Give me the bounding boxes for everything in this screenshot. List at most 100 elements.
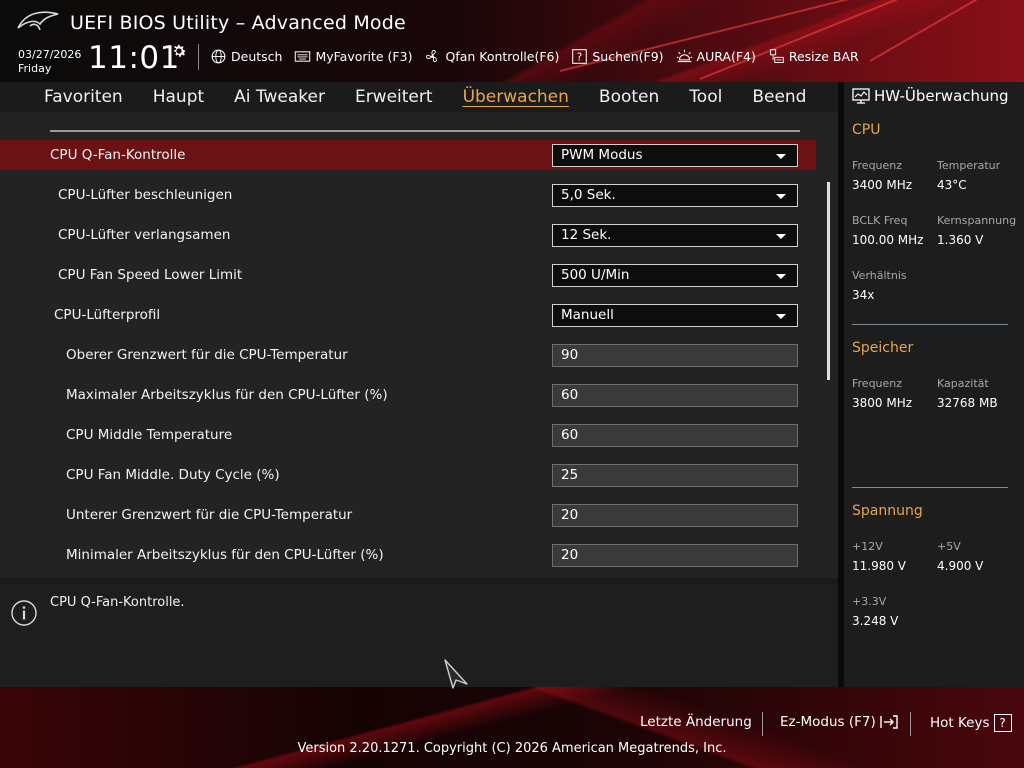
setting-row-middle-temperature[interactable]: CPU Middle Temperature 60 xyxy=(0,420,816,450)
tab-favoriten[interactable]: Favoriten xyxy=(44,87,123,107)
hw-label: +5V xyxy=(937,540,961,553)
divider xyxy=(852,487,1008,488)
help-box-icon: ? xyxy=(572,48,588,64)
tab-booten[interactable]: Booten xyxy=(599,87,659,107)
setting-label: CPU-Lüfterprofil xyxy=(54,307,161,323)
hw-label: Kernspannung xyxy=(937,214,1017,227)
divider xyxy=(910,712,911,736)
divider xyxy=(50,130,800,132)
min-duty-cycle-field[interactable]: 20 xyxy=(552,543,798,567)
setting-row-fan-step-up[interactable]: CPU-Lüfter beschleunigen 5,0 Sek. xyxy=(0,180,816,210)
hw-monitor-panel: HW-Überwachung CPU Frequenz Temperatur 3… xyxy=(844,82,1024,687)
setting-row-middle-duty-cycle[interactable]: CPU Fan Middle. Duty Cycle (%) 25 xyxy=(0,460,816,490)
hw-label: Verhältnis xyxy=(852,269,907,282)
field-value: 25 xyxy=(561,467,579,483)
search-button[interactable]: ? Suchen(F9) xyxy=(571,48,664,65)
setting-row-max-duty-cycle[interactable]: Maximaler Arbeitszyklus für den CPU-Lüft… xyxy=(0,380,816,410)
hw-label: +3.3V xyxy=(852,595,887,608)
v33-value: 3.248 V xyxy=(852,614,899,628)
hw-label: Frequenz xyxy=(852,159,903,172)
setting-label: CPU Fan Speed Lower Limit xyxy=(58,267,243,283)
footer-bar: Letzte Änderung Ez-Modus (F7) Hot Keys ?… xyxy=(0,687,1024,768)
v12-value: 11.980 V xyxy=(852,559,907,573)
dropdown-value: 12 Sek. xyxy=(561,227,612,243)
field-value: 60 xyxy=(561,427,579,443)
fan-speed-lower-limit-dropdown[interactable]: 500 U/Min xyxy=(552,263,798,287)
resize-bar-icon xyxy=(769,48,784,63)
ez-mode-button[interactable]: Ez-Modus (F7) xyxy=(780,714,898,730)
language-button[interactable]: Deutsch xyxy=(210,48,282,65)
chevron-down-icon xyxy=(776,153,786,159)
mouse-cursor-icon xyxy=(444,659,468,689)
middle-duty-cycle-field[interactable]: 25 xyxy=(552,463,798,487)
ratio-value: 34x xyxy=(852,288,875,302)
tab-beend[interactable]: Beend xyxy=(752,87,806,107)
dropdown-value: 5,0 Sek. xyxy=(561,187,616,203)
setting-label: CPU-Lüfter beschleunigen xyxy=(58,187,233,203)
max-duty-cycle-field[interactable]: 60 xyxy=(552,383,798,407)
cpu-qfan-control-dropdown[interactable]: PWM Modus xyxy=(552,143,798,167)
setting-row-fan-step-down[interactable]: CPU-Lüfter verlangsamen 12 Sek. xyxy=(0,220,816,250)
language-label: Deutsch xyxy=(231,48,283,64)
gear-icon[interactable] xyxy=(170,42,188,60)
hot-keys-label: Hot Keys xyxy=(930,715,990,731)
setting-row-upper-temperature[interactable]: Oberer Grenzwert für die CPU-Temperatur … xyxy=(0,340,816,370)
upper-temperature-field[interactable]: 90 xyxy=(552,343,798,367)
setting-label: Maximaler Arbeitszyklus für den CPU-Lüft… xyxy=(66,387,388,403)
main-tabs: Favoriten Haupt Ai Tweaker Erweitert Übe… xyxy=(0,82,838,112)
memory-frequency-value: 3800 MHz xyxy=(852,396,913,410)
chevron-down-icon xyxy=(776,193,786,199)
tab-erweitert[interactable]: Erweitert xyxy=(355,87,433,107)
chevron-down-icon xyxy=(776,233,786,239)
fan-profile-dropdown[interactable]: Manuell xyxy=(552,303,798,327)
fan-icon xyxy=(426,49,438,62)
divider xyxy=(198,44,199,70)
last-change-label: Letzte Änderung xyxy=(640,714,752,730)
hw-monitor-title: HW-Überwachung xyxy=(852,85,1009,107)
hot-keys-button[interactable]: Hot Keys ? xyxy=(930,714,1012,732)
setting-label: Minimaler Arbeitszyklus für den CPU-Lüft… xyxy=(66,547,384,563)
memory-capacity-value: 32768 MB xyxy=(937,396,998,410)
hw-label: Kapazität xyxy=(937,377,989,390)
bclk-value: 100.00 MHz xyxy=(852,233,924,247)
qfan-label: Qfan Kontrolle(F6) xyxy=(445,48,560,64)
decor-streak xyxy=(869,0,1024,62)
setting-row-fan-speed-lower-limit[interactable]: CPU Fan Speed Lower Limit 500 U/Min xyxy=(0,260,816,290)
scrollbar[interactable] xyxy=(827,182,830,380)
help-text: CPU Q-Fan-Kontrolle. xyxy=(50,595,185,610)
hw-label: BCLK Freq xyxy=(852,214,908,227)
toolbar: Deutsch MyFavorite (F3) Qfan Kontrolle(F… xyxy=(210,45,871,67)
cpu-frequency-value: 3400 MHz xyxy=(852,178,913,192)
aura-button[interactable]: AURA(F4) xyxy=(676,48,756,65)
chevron-down-icon xyxy=(776,273,786,279)
hw-section-cpu: CPU xyxy=(852,122,881,138)
setting-row-fan-profile[interactable]: CPU-Lüfterprofil Manuell xyxy=(0,300,816,330)
last-change-button[interactable]: Letzte Änderung xyxy=(640,714,752,730)
rog-logo xyxy=(17,11,59,31)
myfavorite-label: MyFavorite (F3) xyxy=(315,48,413,64)
monitor-icon xyxy=(852,88,870,104)
setting-row-min-duty-cycle[interactable]: Minimaler Arbeitszyklus für den CPU-Lüft… xyxy=(0,540,816,570)
svg-text:?: ? xyxy=(577,52,582,63)
fan-step-down-dropdown[interactable]: 12 Sek. xyxy=(552,223,798,247)
globe-icon xyxy=(211,49,226,63)
resize-bar-button[interactable]: Resize BAR xyxy=(768,48,859,65)
fan-step-up-dropdown[interactable]: 5,0 Sek. xyxy=(552,183,798,207)
setting-row-lower-temperature[interactable]: Unterer Grenzwert für die CPU-Temperatur… xyxy=(0,500,816,530)
setting-row-cpu-qfan-control[interactable]: CPU Q-Fan-Kontrolle PWM Modus xyxy=(0,140,816,170)
tab-ai-tweaker[interactable]: Ai Tweaker xyxy=(234,87,325,107)
v5-value: 4.900 V xyxy=(937,559,984,573)
ez-mode-label: Ez-Modus (F7) xyxy=(780,714,876,730)
tab-ueberwachen[interactable]: Überwachen xyxy=(463,87,569,107)
qfan-button[interactable]: Qfan Kontrolle(F6) xyxy=(424,48,559,65)
myfavorite-button[interactable]: MyFavorite (F3) xyxy=(294,48,412,65)
core-voltage-value: 1.360 V xyxy=(937,233,984,247)
lower-temperature-field[interactable]: 20 xyxy=(552,503,798,527)
middle-temperature-field[interactable]: 60 xyxy=(552,423,798,447)
dropdown-value: PWM Modus xyxy=(561,147,643,163)
aura-icon xyxy=(676,49,692,62)
tab-haupt[interactable]: Haupt xyxy=(153,87,204,107)
tab-tool[interactable]: Tool xyxy=(689,87,722,107)
clock: 11:01 xyxy=(88,40,180,76)
info-icon xyxy=(11,600,37,626)
